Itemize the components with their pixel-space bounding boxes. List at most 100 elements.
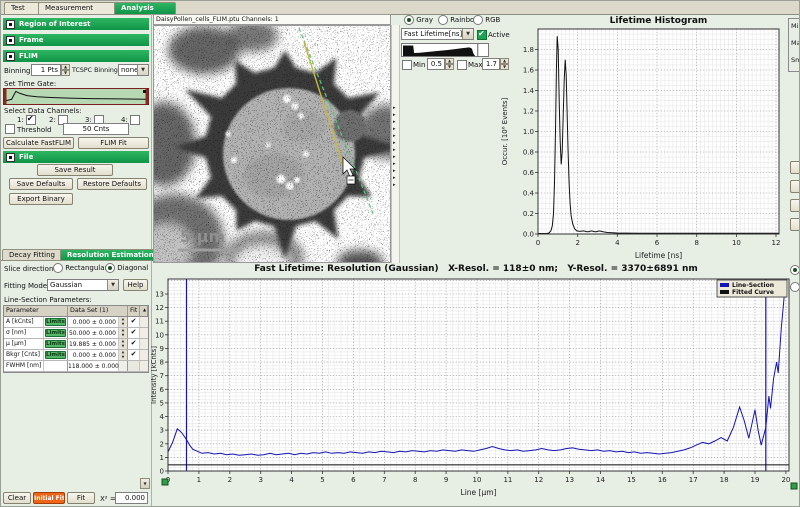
svg-text:1: 1	[197, 476, 201, 484]
value-spinner[interactable]	[119, 361, 128, 371]
parameter-table-header: ParameterData Set (1)Fit▲	[4, 306, 148, 317]
time-gate-graph[interactable]	[3, 88, 149, 105]
parameter-value[interactable]: 0.000 ± 0.000	[68, 317, 119, 327]
svg-text:10: 10	[155, 331, 164, 339]
limits-button[interactable]: Limits	[45, 351, 66, 359]
table-row: μ [µm]Limits19.885 ± 0.000▲▼✔	[4, 339, 148, 350]
fit-checkbox[interactable]: ✔	[128, 328, 140, 338]
clipped-button[interactable]	[790, 180, 800, 193]
line-section-title: Fast Lifetime: Resolution (Gaussian) X-R…	[151, 264, 800, 274]
splitter-arrow-icon: ▸	[393, 127, 396, 132]
restore-defaults-button[interactable]: Restore Defaults	[77, 178, 147, 190]
chart-legend[interactable]: Line-SectionFitted Curve	[717, 280, 787, 297]
dropdown-arrow-icon[interactable]: ▼	[462, 29, 473, 39]
max-checkbox[interactable]	[457, 60, 467, 70]
section-flim[interactable]: FLIM	[3, 50, 149, 62]
svg-text:17: 17	[689, 476, 698, 484]
svg-text:16: 16	[658, 476, 667, 484]
lifetime-histogram-chart: 0246810120.00.20.40.60.81.01.21.41.61.8L…	[497, 14, 800, 263]
dropdown-arrow-icon[interactable]: ▼	[107, 280, 118, 290]
checkbox[interactable]	[26, 115, 36, 125]
binning-stepper[interactable]: 1 Pts ▲▼	[31, 64, 70, 76]
threshold-checkbox[interactable]	[5, 124, 15, 134]
slice-direction-options: Rectangular Diagonal	[51, 263, 151, 273]
clipped-button[interactable]	[790, 199, 800, 212]
parameter-value[interactable]: 118.000 ± 0.000	[68, 361, 119, 371]
limits-button[interactable]: Limits	[45, 318, 66, 326]
fit-checkbox[interactable]: ✔	[128, 317, 140, 327]
clipped-radio-selected[interactable]	[790, 265, 800, 275]
scroll-down-button[interactable]: ▼	[140, 478, 150, 489]
value-spinner[interactable]: ▲▼	[119, 328, 128, 338]
flim-fit-button[interactable]: FLIM Fit	[78, 137, 149, 149]
active-checkbox[interactable]	[477, 30, 487, 40]
min-arrows[interactable]: ▲▼	[445, 58, 454, 70]
color-mode-gray[interactable]: Gray	[404, 15, 433, 25]
range-handle-left[interactable]	[162, 479, 168, 485]
help-button[interactable]: Help	[123, 279, 148, 291]
clipped-button[interactable]	[790, 218, 800, 231]
svg-text:4: 4	[615, 239, 620, 247]
binning-arrows[interactable]: ▲▼	[61, 64, 70, 76]
gate-end-handle[interactable]	[143, 90, 146, 93]
section-region-of-interest[interactable]: Region of Interest	[3, 18, 149, 30]
svg-text:2: 2	[575, 239, 579, 247]
table-scroll-up[interactable]: ▲	[140, 306, 148, 316]
svg-text:6: 6	[655, 239, 660, 247]
clipped-radio[interactable]	[790, 282, 800, 292]
min-stepper[interactable]: 0.5 ▲▼	[427, 58, 454, 70]
clipped-label-max: Max	[791, 39, 800, 47]
svg-text:5: 5	[160, 399, 164, 407]
radio-icon	[105, 263, 115, 273]
limits-cell	[44, 361, 68, 371]
value-spinner[interactable]: ▲▼	[119, 350, 128, 360]
save-defaults-button[interactable]: Save Defaults	[9, 178, 73, 190]
limits-button[interactable]: Limits	[45, 329, 66, 337]
row-scroll-track	[140, 328, 148, 338]
fit-checkbox[interactable]: ✔	[128, 339, 140, 349]
slice-option-rectangular[interactable]: Rectangular	[53, 263, 107, 273]
range-handle-right[interactable]	[791, 483, 797, 489]
save-result-button[interactable]: Save Result	[37, 164, 113, 176]
limits-button[interactable]: Limits	[45, 340, 66, 348]
image-source-select[interactable]: Fast Lifetime[ns] ▼	[401, 28, 474, 40]
slice-option-diagonal[interactable]: Diagonal	[105, 263, 148, 273]
checkbox[interactable]	[130, 115, 140, 125]
parameter-value[interactable]: 0.000 ± 0.000	[68, 350, 119, 360]
fit-checkbox[interactable]: ✔	[128, 350, 140, 360]
row-scroll-track	[140, 317, 148, 327]
channel-1-checkbox[interactable]: 1:	[17, 115, 36, 125]
min-checkbox[interactable]	[402, 60, 412, 70]
main-tabbar: Test Measurement Analysis	[1, 1, 800, 15]
svg-text:Line-Section: Line-Section	[732, 282, 774, 289]
value-spinner[interactable]: ▲▼	[119, 339, 128, 349]
parameter-value[interactable]: 19.885 ± 0.000	[68, 339, 119, 349]
flim-image-view[interactable]: 5 µm	[153, 25, 391, 263]
export-binary-button[interactable]: Export Binary	[9, 193, 73, 205]
section-frame[interactable]: Frame	[3, 34, 149, 46]
calculate-fastflim-button[interactable]: Calculate FastFLIM	[3, 137, 74, 149]
panel-splitter[interactable]: ▸▸▸▸▸▸▸▸▸▸▸▸	[391, 25, 400, 263]
flim-analysis-window: Test Measurement Analysis Region of Inte…	[0, 0, 800, 507]
section-file[interactable]: File	[3, 151, 149, 163]
color-mode-options: Gray Rainbow RGB	[401, 14, 511, 24]
tab-analysis[interactable]: Analysis	[114, 2, 176, 14]
fit-button[interactable]: Fit	[67, 492, 95, 504]
fit-checkbox[interactable]	[128, 361, 140, 371]
min-value: 0.5	[427, 58, 445, 70]
initial-fit-button[interactable]: Initial Fit	[33, 492, 65, 504]
slice-option-label: Rectangular	[63, 264, 107, 272]
value-spinner[interactable]: ▲▼	[119, 317, 128, 327]
intensity-histogram-strip[interactable]	[401, 43, 489, 57]
tcspc-binning-select[interactable]: none ▼	[118, 64, 149, 76]
clipped-button[interactable]	[790, 161, 800, 174]
svg-text:1.2: 1.2	[523, 108, 534, 116]
tab-measurement[interactable]: Measurement	[38, 2, 124, 14]
parameter-value[interactable]: 50.000 ± 0.000	[68, 328, 119, 338]
clipped-label-min: Min	[791, 22, 800, 30]
splitter-arrow-icon: ▸	[393, 176, 396, 181]
dropdown-arrow-icon[interactable]: ▼	[137, 65, 148, 75]
fitting-model-select[interactable]: Gaussian ▼	[47, 279, 119, 291]
threshold-value-field[interactable]: 50 Cnts	[63, 123, 129, 135]
clear-button[interactable]: Clear	[3, 492, 31, 504]
